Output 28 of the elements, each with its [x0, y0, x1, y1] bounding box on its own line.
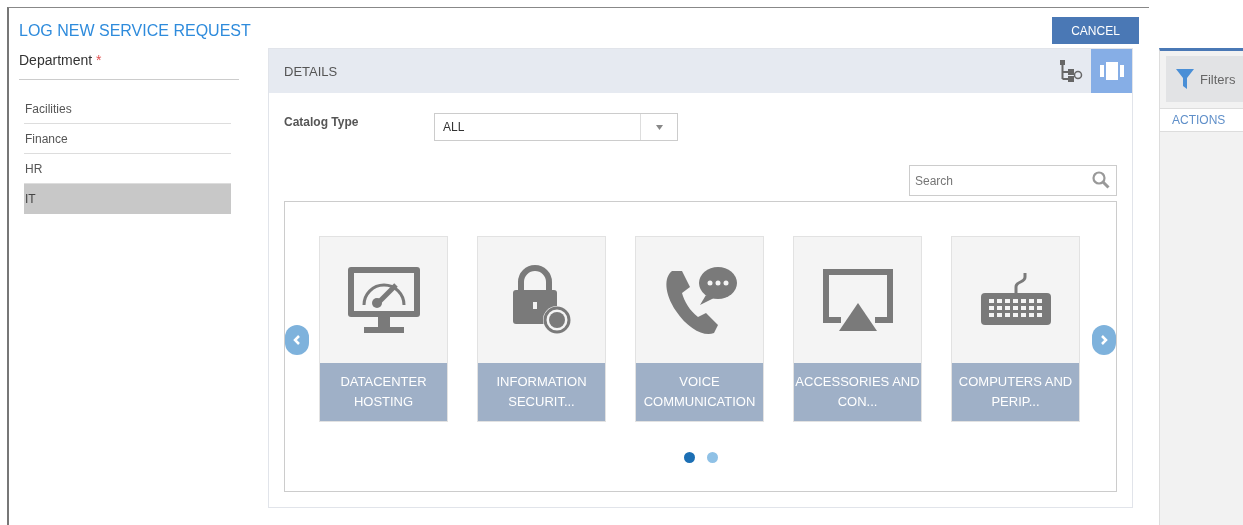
carousel-view-toggle[interactable]	[1091, 49, 1132, 93]
search-icon	[1092, 171, 1110, 189]
monitor-gauge-icon	[345, 265, 422, 335]
details-title: DETAILS	[283, 63, 338, 79]
page-dot[interactable]	[683, 452, 695, 463]
caret-icon	[655, 124, 663, 130]
previous-button[interactable]	[285, 325, 309, 355]
department-label: Department *	[19, 48, 239, 80]
cancel-button[interactable]: CANCEL	[1052, 17, 1139, 44]
screen-cast-icon	[820, 267, 895, 333]
dialog-title: LOG NEW SERVICE REQUEST	[19, 22, 251, 40]
catalog-type-dropdown[interactable]: ALL	[434, 113, 678, 141]
catalog-type-label: Catalog Type	[284, 115, 360, 129]
department-item[interactable]: IT	[24, 184, 231, 214]
chevron-right-icon	[1100, 335, 1108, 345]
next-button[interactable]	[1092, 325, 1116, 355]
hierarchy-icon	[1058, 59, 1083, 83]
carousel-icon	[1099, 62, 1124, 80]
lock-icon	[510, 264, 573, 336]
department-item[interactable]: Finance	[24, 124, 231, 154]
filter-icon	[1176, 69, 1194, 89]
department-item[interactable]: Facilities	[24, 94, 231, 124]
page-dot[interactable]	[706, 452, 718, 463]
filters-button[interactable]: Filters	[1166, 56, 1243, 102]
search-field[interactable]: Search	[909, 165, 1117, 196]
keyboard-icon	[978, 273, 1053, 327]
chevron-left-icon	[293, 335, 301, 345]
actions-tab[interactable]: ACTIONS	[1160, 108, 1243, 132]
